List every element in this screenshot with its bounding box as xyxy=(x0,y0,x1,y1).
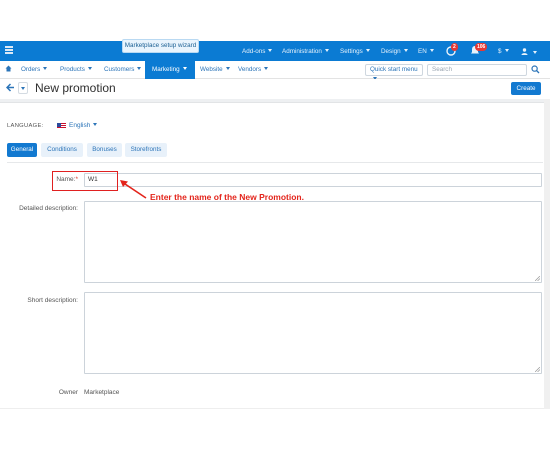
marketplace-setup-wizard-button[interactable]: Marketplace setup wizard xyxy=(122,39,199,53)
content-bottom-border xyxy=(0,408,544,409)
nav-products[interactable]: Products xyxy=(60,66,92,73)
settings-menu[interactable]: Settings xyxy=(340,48,370,55)
language-label: LANGUAGE: xyxy=(7,123,44,129)
page-header: New promotion Create xyxy=(0,79,550,99)
design-menu[interactable]: Design xyxy=(381,48,408,55)
short-description-textarea[interactable] xyxy=(84,292,542,374)
owner-value: Marketplace xyxy=(84,389,120,396)
header-divider xyxy=(0,99,550,103)
tab-general[interactable]: General xyxy=(7,143,37,157)
notifications-badge: 2 xyxy=(451,43,458,51)
quick-start-menu[interactable]: Quick start menu xyxy=(365,64,423,76)
search-input[interactable]: Search xyxy=(427,64,527,76)
nav-website[interactable]: Website xyxy=(200,66,230,73)
resize-handle-icon[interactable] xyxy=(535,367,540,372)
detailed-description-label: Detailed description: xyxy=(19,205,78,212)
administration-menu[interactable]: Administration xyxy=(282,48,329,55)
us-flag-icon xyxy=(57,123,66,129)
nav-vendors[interactable]: Vendors xyxy=(238,66,268,73)
search-icon[interactable] xyxy=(531,65,540,74)
user-account-icon[interactable] xyxy=(521,48,537,57)
main-navigation: Orders Products Customers Marketing Webs… xyxy=(0,61,550,79)
tab-conditions[interactable]: Conditions xyxy=(41,143,83,157)
annotation-arrow-icon xyxy=(120,180,147,199)
resize-handle-icon[interactable] xyxy=(535,276,540,281)
create-button[interactable]: Create xyxy=(511,82,541,95)
nav-customers[interactable]: Customers xyxy=(104,66,141,73)
page-title: New promotion xyxy=(35,81,116,95)
home-icon[interactable] xyxy=(5,65,12,74)
detailed-description-textarea[interactable] xyxy=(84,201,542,283)
messages-badge: 106 xyxy=(475,43,488,51)
nav-marketing[interactable]: Marketing xyxy=(145,61,195,79)
currency-menu[interactable]: $ xyxy=(498,48,509,55)
addons-menu[interactable]: Add-ons xyxy=(242,48,272,55)
nav-orders[interactable]: Orders xyxy=(21,66,47,73)
language-menu[interactable]: EN xyxy=(418,48,434,55)
top-admin-bar: Marketplace setup wizard Add-ons Adminis… xyxy=(0,39,550,61)
back-arrow-icon[interactable] xyxy=(5,83,15,95)
language-selector[interactable]: English xyxy=(69,122,97,129)
name-input[interactable]: W1 xyxy=(84,173,542,187)
page-actions-dropdown[interactable] xyxy=(18,82,28,94)
name-highlight-box xyxy=(52,171,118,191)
short-description-label: Short description: xyxy=(27,297,78,304)
tab-bonuses[interactable]: Bonuses xyxy=(87,143,122,157)
scrollbar[interactable] xyxy=(544,99,550,409)
notifications-icon[interactable]: 2 xyxy=(446,43,458,58)
tab-storefronts[interactable]: Storefronts xyxy=(125,143,167,157)
owner-label: Owner xyxy=(58,389,78,396)
tabs-divider xyxy=(7,162,543,163)
hamburger-menu-icon[interactable] xyxy=(5,46,13,54)
messages-icon[interactable]: 106 xyxy=(470,43,488,58)
